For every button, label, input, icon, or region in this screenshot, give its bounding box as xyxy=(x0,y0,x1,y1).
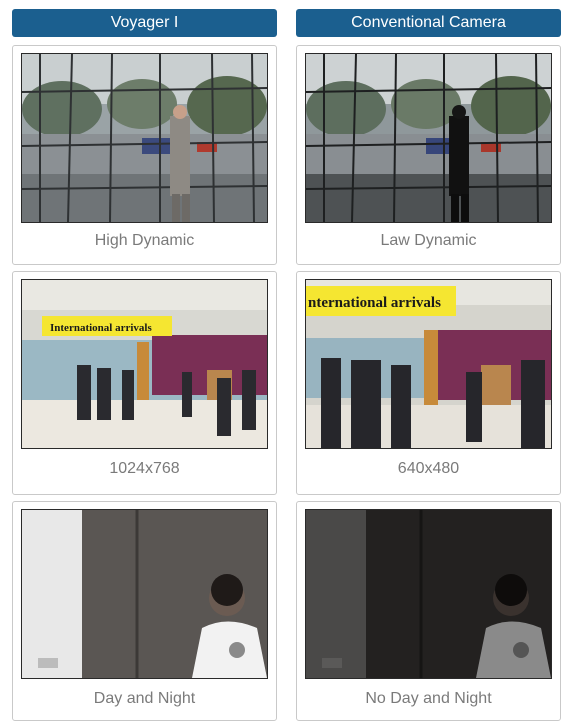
column-voyager: Voyager I High Dynamic International arr… xyxy=(12,9,277,721)
photo-lobby-window xyxy=(305,53,552,223)
comparison-card-day-night: Day and Night xyxy=(12,501,277,721)
image-caption: Law Dynamic xyxy=(380,232,477,249)
image-caption: No Day and Night xyxy=(365,690,492,707)
comparison-card-low-dynamic: Law Dynamic xyxy=(296,45,561,265)
comparison-card-resolution: International arrivals 1024x768 xyxy=(12,271,277,495)
image-caption: 640x480 xyxy=(397,460,460,477)
image-caption: 1024x768 xyxy=(109,460,180,477)
photo-airport-arrivals: International arrivals xyxy=(21,279,268,449)
column-conventional: Conventional Camera Law Dynamic nternati… xyxy=(296,9,561,721)
sign-text: nternational arrivals xyxy=(308,295,441,311)
photo-airport-arrivals: nternational arrivals xyxy=(305,279,552,449)
image-caption: Day and Night xyxy=(93,690,196,707)
comparison-card-no-day-night: No Day and Night xyxy=(296,501,561,721)
sign-text: International arrivals xyxy=(50,322,152,334)
column-header: Voyager I xyxy=(12,9,277,37)
photo-person-indoor xyxy=(305,509,552,679)
photo-person-indoor xyxy=(21,509,268,679)
image-caption: High Dynamic xyxy=(94,232,195,249)
comparison-card-resolution: nternational arrivals 640x480 xyxy=(296,271,561,495)
comparison-card-high-dynamic: High Dynamic xyxy=(12,45,277,265)
photo-lobby-window xyxy=(21,53,268,223)
column-header: Conventional Camera xyxy=(296,9,561,37)
